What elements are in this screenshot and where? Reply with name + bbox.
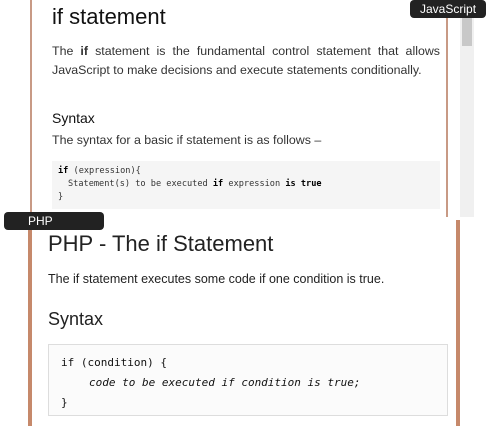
php-code-line-2: code to be executed if condition is true…	[89, 376, 361, 389]
php-code-line-3: }	[61, 396, 68, 409]
js-syntax-heading: Syntax	[52, 110, 95, 126]
php-code-block: if (condition) { code to be executed if …	[48, 344, 448, 416]
js-code-text: Statement(s) to be executed	[68, 179, 213, 189]
js-intro-keyword: if	[80, 44, 88, 58]
js-syntax-description: The syntax for a basic if statement is a…	[52, 133, 322, 147]
js-scrollbar[interactable]	[460, 0, 474, 217]
js-code-line-3: }	[58, 192, 64, 202]
javascript-doc-panel: if statement The if statement is the fun…	[30, 0, 448, 217]
js-code-keyword: if	[58, 166, 69, 176]
php-doc-panel: PHP - The if Statement The if statement …	[28, 220, 460, 426]
php-intro-paragraph: The if statement executes some code if o…	[48, 272, 385, 286]
php-code-line-1: if (condition) {	[61, 356, 167, 369]
js-page-title: if statement	[52, 4, 166, 29]
js-code-line-2: Statement(s) to be executed if expressio…	[58, 178, 434, 191]
js-code-text: expression	[223, 179, 286, 189]
js-code-line-1: if (expression){	[58, 165, 434, 178]
php-syntax-heading: Syntax	[48, 309, 104, 329]
php-label: PHP	[4, 212, 104, 230]
js-intro-paragraph: The if statement is the fundamental cont…	[52, 42, 440, 80]
js-code-block: if (expression){ Statement(s) to be exec…	[52, 161, 440, 209]
js-intro-post: statement is the fundamental control sta…	[52, 44, 440, 77]
javascript-label: JavaScript	[410, 0, 487, 18]
php-page-title: PHP - The if Statement	[48, 231, 274, 256]
js-code-keyword: true	[300, 179, 322, 189]
js-code-keyword: if	[212, 179, 224, 189]
js-intro-pre: The	[52, 44, 81, 58]
js-code-keyword: is	[285, 179, 296, 189]
js-code-text: (expression){	[68, 166, 141, 176]
